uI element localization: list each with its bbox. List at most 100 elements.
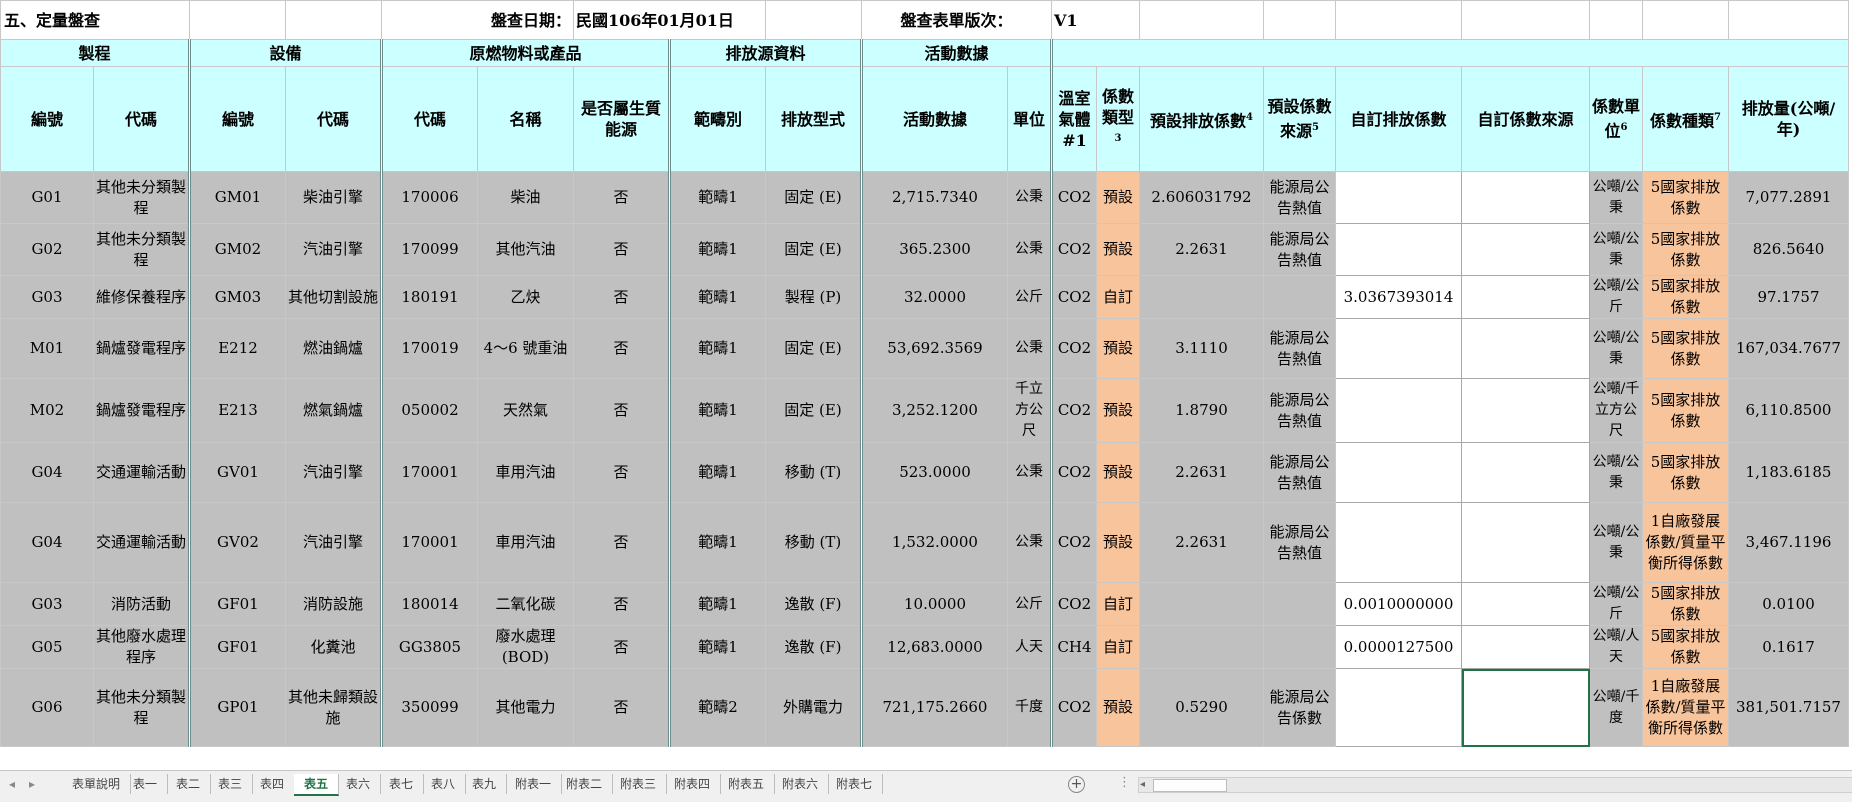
row-equip-no[interactable]: GF01 <box>188 582 286 626</box>
row-activity-data[interactable]: 12,683.0000 <box>860 625 1008 669</box>
row-equip-no[interactable]: GM02 <box>188 223 286 276</box>
row-no[interactable]: M02 <box>0 378 94 443</box>
row-default-factor[interactable] <box>1139 275 1264 319</box>
sheet-tab[interactable]: 表六 <box>336 774 382 794</box>
row-default-source[interactable] <box>1263 625 1336 669</box>
row-custom-source[interactable] <box>1461 171 1590 224</box>
row-default-factor[interactable]: 3.1110 <box>1139 318 1264 379</box>
row-no[interactable]: G04 <box>0 442 94 503</box>
row-process-code[interactable]: 鍋爐發電程序 <box>93 318 190 379</box>
sheet-tab[interactable]: 附表二 <box>556 774 614 794</box>
row-emission-type[interactable]: 逸散 (F) <box>765 625 862 669</box>
row-custom-source[interactable] <box>1461 442 1590 503</box>
row-material-code[interactable]: 170019 <box>380 318 478 379</box>
hdr-default-factor[interactable]: 預設排放係數4 <box>1139 66 1264 172</box>
tab-prev-icon[interactable]: ◂ <box>2 774 22 794</box>
row-default-factor[interactable]: 0.5290 <box>1139 668 1264 747</box>
row-factor-type[interactable]: 預設 <box>1096 502 1140 583</box>
sheet-tab[interactable]: 附表三 <box>610 774 668 794</box>
row-factor-type[interactable]: 自訂 <box>1096 582 1140 626</box>
row-equip-no[interactable]: GF01 <box>188 625 286 669</box>
row-biomass[interactable]: 否 <box>573 582 670 626</box>
row-factor-kind[interactable]: 5國家排放係數 <box>1642 171 1729 224</box>
row-process-code[interactable]: 其他未分類製程 <box>93 668 190 747</box>
row-ghg[interactable]: CH4 <box>1050 625 1097 669</box>
row-ghg[interactable]: CO2 <box>1050 171 1097 224</box>
row-process-code[interactable]: 鍋爐發電程序 <box>93 378 190 443</box>
sheet-tab[interactable]: 表八 <box>421 774 467 794</box>
row-emission[interactable]: 381,501.7157 <box>1728 668 1849 747</box>
row-emission-type[interactable]: 移動 (T) <box>765 502 862 583</box>
row-scope[interactable]: 範疇1 <box>668 318 766 379</box>
hdr-material-name[interactable]: 名稱 <box>477 66 574 172</box>
row-material-name[interactable]: 其他電力 <box>477 668 574 747</box>
row-biomass[interactable]: 否 <box>573 625 670 669</box>
row-ghg[interactable]: CO2 <box>1050 582 1097 626</box>
row-custom-source[interactable] <box>1461 502 1590 583</box>
row-factor-unit[interactable]: 公噸/人天 <box>1589 625 1643 669</box>
sheet-tab[interactable]: 表三 <box>208 774 254 794</box>
row-activity-data[interactable]: 3,252.1200 <box>860 378 1008 443</box>
row-emission-type[interactable]: 固定 (E) <box>765 171 862 224</box>
row-factor-unit[interactable]: 公噸/公秉 <box>1589 223 1643 276</box>
row-emission[interactable]: 826.5640 <box>1728 223 1849 276</box>
row-factor-unit[interactable]: 公噸/千立方公尺 <box>1589 378 1643 443</box>
group-equipment[interactable]: 設備 <box>188 39 382 67</box>
row-factor-kind[interactable]: 5國家排放係數 <box>1642 378 1729 443</box>
row-biomass[interactable]: 否 <box>573 378 670 443</box>
scrollbar-thumb[interactable] <box>1153 779 1227 792</box>
row-equip-code[interactable]: 燃油鍋爐 <box>285 318 382 379</box>
hdr-default-source[interactable]: 預設係數來源5 <box>1263 66 1336 172</box>
version-label[interactable]: 盤查表單版次： <box>861 0 1052 40</box>
row-default-factor[interactable]: 2.606031792 <box>1139 171 1264 224</box>
row-default-factor[interactable]: 2.2631 <box>1139 442 1264 503</box>
hdr-process-code[interactable]: 代碼 <box>93 66 190 172</box>
row-custom-factor[interactable]: 0.0010000000 <box>1335 582 1462 626</box>
row-material-name[interactable]: 車用汽油 <box>477 502 574 583</box>
row-factor-kind[interactable]: 5國家排放係數 <box>1642 223 1729 276</box>
hdr-scope[interactable]: 範疇別 <box>668 66 766 172</box>
row-custom-source[interactable] <box>1461 275 1590 319</box>
row-custom-source[interactable] <box>1461 582 1590 626</box>
row-default-factor[interactable] <box>1139 625 1264 669</box>
row-ghg[interactable]: CO2 <box>1050 502 1097 583</box>
row-equip-no[interactable]: GV02 <box>188 502 286 583</box>
row-factor-kind[interactable]: 5國家排放係數 <box>1642 275 1729 319</box>
row-scope[interactable]: 範疇1 <box>668 171 766 224</box>
hdr-emission[interactable]: 排放量(公噸/年) <box>1728 66 1849 172</box>
row-material-code[interactable]: GG3805 <box>380 625 478 669</box>
sheet-tab[interactable]: 附表六 <box>772 774 830 794</box>
hdr-custom-factor[interactable]: 自訂排放係數 <box>1335 66 1462 172</box>
row-material-code[interactable]: 180014 <box>380 582 478 626</box>
row-custom-source[interactable] <box>1461 668 1590 747</box>
row-no[interactable]: G03 <box>0 582 94 626</box>
row-unit[interactable]: 公秉 <box>1007 318 1052 379</box>
sheet-tab[interactable]: 表二 <box>166 774 212 794</box>
row-custom-factor[interactable] <box>1335 668 1462 747</box>
row-equip-no[interactable]: E212 <box>188 318 286 379</box>
row-activity-data[interactable]: 2,715.7340 <box>860 171 1008 224</box>
hdr-unit[interactable]: 單位 <box>1007 66 1052 172</box>
row-material-name[interactable]: 車用汽油 <box>477 442 574 503</box>
row-equip-no[interactable]: GM01 <box>188 171 286 224</box>
row-emission[interactable]: 0.0100 <box>1728 582 1849 626</box>
row-ghg[interactable]: CO2 <box>1050 442 1097 503</box>
row-custom-factor[interactable] <box>1335 318 1462 379</box>
sheet-tab[interactable]: 表七 <box>379 774 425 794</box>
row-emission-type[interactable]: 固定 (E) <box>765 223 862 276</box>
row-process-code[interactable]: 其他未分類製程 <box>93 171 190 224</box>
row-activity-data[interactable]: 53,692.3569 <box>860 318 1008 379</box>
row-equip-code[interactable]: 消防設施 <box>285 582 382 626</box>
row-custom-factor[interactable] <box>1335 442 1462 503</box>
row-emission-type[interactable]: 逸散 (F) <box>765 582 862 626</box>
sheet-tab[interactable]: 附表一 <box>505 774 563 794</box>
group-emission-source[interactable]: 排放源資料 <box>668 39 862 67</box>
hdr-factor-unit[interactable]: 係數單位6 <box>1589 66 1643 172</box>
row-process-code[interactable]: 交通運輸活動 <box>93 442 190 503</box>
hdr-factor-type[interactable]: 係數類型 3 <box>1096 66 1140 172</box>
version-value[interactable]: V1 <box>1051 0 1140 40</box>
row-factor-unit[interactable]: 公噸/公秉 <box>1589 171 1643 224</box>
row-default-source[interactable]: 能源局公告係數 <box>1263 668 1336 747</box>
row-custom-source[interactable] <box>1461 318 1590 379</box>
row-no[interactable]: G02 <box>0 223 94 276</box>
